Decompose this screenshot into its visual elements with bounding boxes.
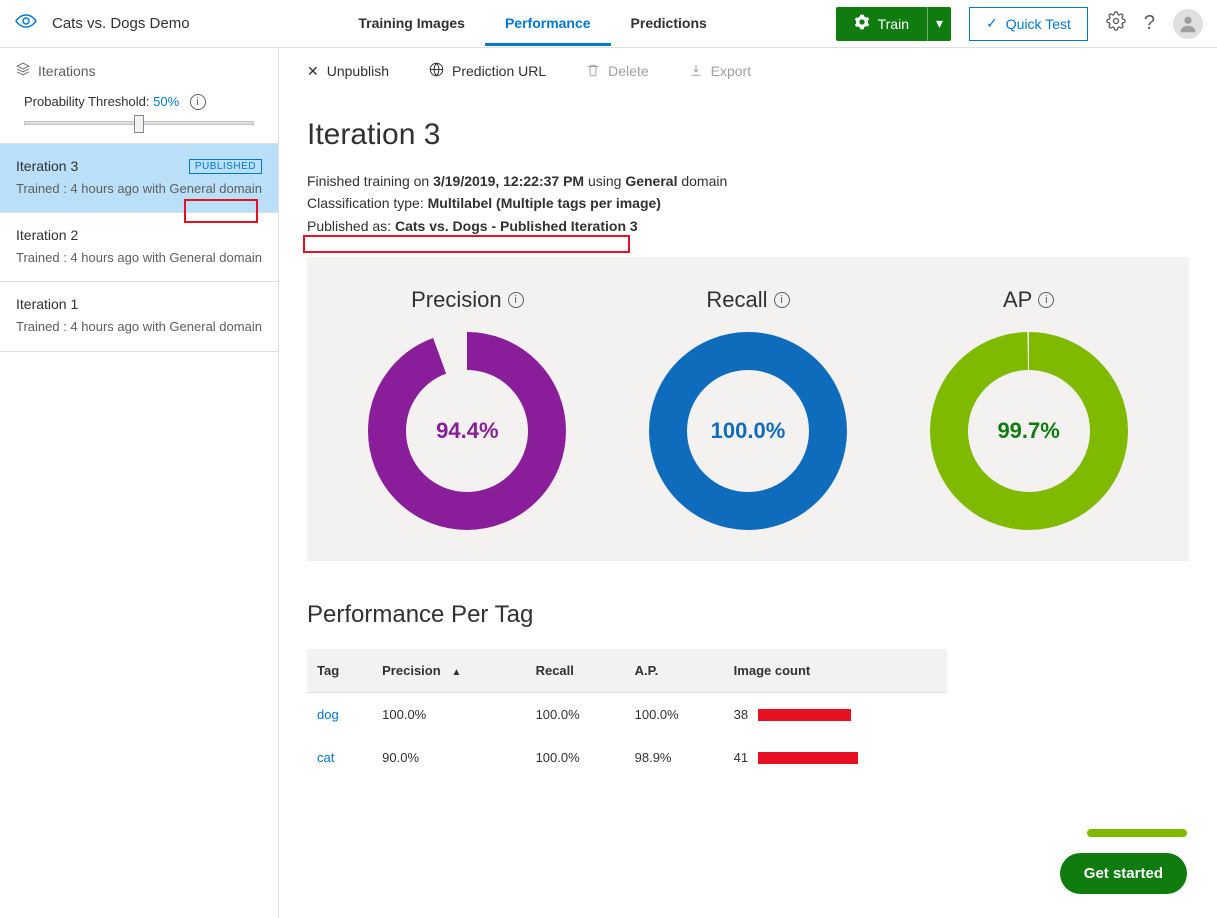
info-icon[interactable]: i: [1038, 292, 1054, 308]
get-started-widget: Get started: [1060, 829, 1187, 894]
top-bar: Cats vs. Dogs Demo Training Images Perfo…: [0, 0, 1217, 48]
export-button: Export: [689, 62, 751, 80]
threshold-value: 50%: [153, 94, 179, 109]
train-dropdown[interactable]: ▾: [927, 7, 951, 41]
gears-icon: [854, 14, 870, 33]
quick-test-button[interactable]: ✓ Quick Test: [969, 7, 1088, 41]
trash-icon: [586, 63, 600, 80]
iterations-label: Iterations: [38, 63, 96, 79]
header-right: Train ▾ ✓ Quick Test ?: [836, 7, 1203, 41]
metric-precision: Precision i94.4%: [342, 287, 592, 531]
iteration-item[interactable]: Iteration 1Trained : 4 hours ago with Ge…: [0, 282, 278, 351]
col-precision[interactable]: Precision ▲: [372, 649, 525, 693]
metric-ap: AP i99.7%: [904, 287, 1154, 531]
col-image-count[interactable]: Image count: [724, 649, 947, 693]
sidebar: Iterations Probability Threshold: 50% i …: [0, 48, 279, 918]
published-badge: PUBLISHED: [189, 159, 262, 174]
download-icon: [689, 63, 703, 80]
delete-button: Delete: [586, 62, 648, 80]
quick-test-label: Quick Test: [1006, 16, 1071, 32]
layers-icon: [16, 62, 30, 79]
table-row: cat90.0%100.0%98.9%41: [307, 736, 947, 779]
metric-value: 94.4%: [367, 331, 567, 531]
iteration-actions: ✕Unpublish Prediction URL Delete Export: [279, 48, 1217, 94]
iterations-header: Iterations: [0, 48, 278, 89]
unpublish-button[interactable]: ✕Unpublish: [307, 62, 389, 80]
metric-value: 99.7%: [929, 331, 1129, 531]
col-tag[interactable]: Tag: [307, 649, 372, 693]
metrics-panel: Precision i94.4%Recall i100.0%AP i99.7%: [307, 257, 1189, 561]
performance-per-tag-title: Performance Per Tag: [307, 601, 1189, 629]
donut-chart: 100.0%: [648, 331, 848, 531]
count-bar: [758, 709, 851, 721]
progress-line: [1087, 829, 1187, 837]
nav-tabs: Training Images Performance Predictions: [338, 1, 726, 46]
iteration-item[interactable]: Iteration 3PUBLISHEDTrained : 4 hours ag…: [0, 143, 278, 213]
iteration-list: Iteration 3PUBLISHEDTrained : 4 hours ag…: [0, 143, 278, 352]
app-title: Cats vs. Dogs Demo: [52, 15, 190, 32]
threshold-slider[interactable]: [24, 121, 254, 125]
tab-predictions[interactable]: Predictions: [611, 1, 727, 46]
probability-threshold: Probability Threshold: 50% i: [0, 89, 278, 143]
donut-chart: 94.4%: [367, 331, 567, 531]
tab-performance[interactable]: Performance: [485, 1, 611, 46]
info-icon[interactable]: i: [774, 292, 790, 308]
user-avatar[interactable]: [1173, 9, 1203, 39]
col-ap[interactable]: A.P.: [625, 649, 724, 693]
performance-table: Tag Precision ▲ Recall A.P. Image count …: [307, 649, 947, 779]
count-bar: [758, 752, 858, 764]
prediction-url-button[interactable]: Prediction URL: [429, 62, 546, 80]
globe-icon: [429, 62, 444, 80]
close-icon: ✕: [307, 63, 319, 80]
train-button[interactable]: Train ▾: [836, 7, 951, 41]
donut-chart: 99.7%: [929, 331, 1129, 531]
tab-training-images[interactable]: Training Images: [338, 1, 485, 46]
main-content: ✕Unpublish Prediction URL Delete Export …: [279, 48, 1217, 918]
tag-link[interactable]: dog: [317, 707, 339, 722]
metric-value: 100.0%: [648, 331, 848, 531]
check-icon: ✓: [986, 15, 998, 32]
iteration-meta: Finished training on 3/19/2019, 12:22:37…: [307, 170, 1189, 237]
eye-logo-icon: [14, 9, 38, 38]
settings-gear-icon[interactable]: [1106, 11, 1126, 36]
help-icon[interactable]: ?: [1144, 12, 1155, 35]
info-icon[interactable]: i: [508, 292, 524, 308]
train-label: Train: [878, 16, 909, 32]
tag-link[interactable]: cat: [317, 750, 334, 765]
iteration-title: Iteration 3: [307, 118, 1189, 152]
info-icon[interactable]: i: [190, 94, 206, 110]
col-recall[interactable]: Recall: [526, 649, 625, 693]
published-as-name: Cats vs. Dogs - Published Iteration 3: [395, 218, 638, 234]
iteration-item[interactable]: Iteration 2Trained : 4 hours ago with Ge…: [0, 213, 278, 282]
threshold-label: Probability Threshold:: [24, 94, 153, 109]
slider-thumb[interactable]: [134, 115, 144, 133]
get-started-button[interactable]: Get started: [1060, 853, 1187, 894]
sort-icon: ▲: [452, 667, 462, 678]
table-row: dog100.0%100.0%100.0%38: [307, 693, 947, 737]
metric-recall: Recall i100.0%: [623, 287, 873, 531]
